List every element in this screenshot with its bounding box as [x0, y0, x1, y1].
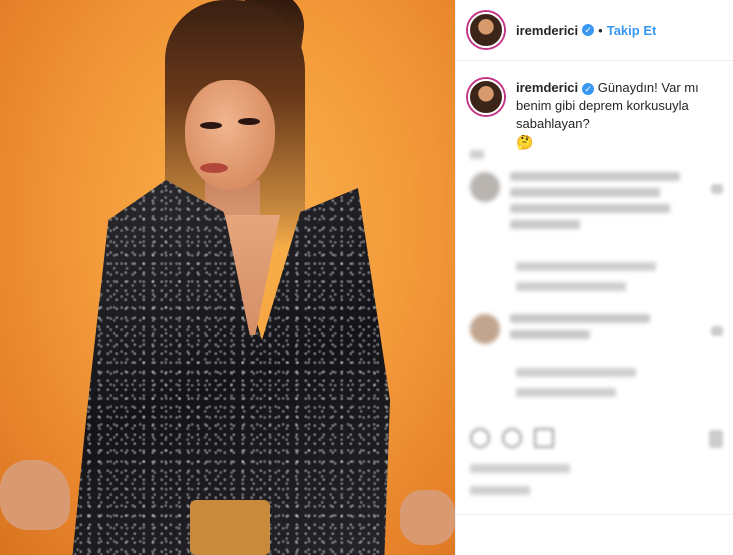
heart-icon[interactable]: [711, 184, 723, 194]
post-sidebar: iremderici ✓ • Takip Et iremderici ✓ Güna…: [455, 0, 733, 555]
blurred-replies: [516, 282, 626, 291]
separator-dot: •: [598, 22, 603, 38]
follow-button[interactable]: Takip Et: [607, 23, 657, 38]
blurred-avatar: [470, 172, 500, 202]
heart-icon[interactable]: [711, 326, 723, 336]
left-eye: [200, 122, 222, 129]
header-username[interactable]: iremderici: [516, 23, 578, 38]
share-icon[interactable]: [534, 428, 554, 448]
blurred-replies: [516, 388, 616, 397]
blurred-comment: [470, 172, 680, 236]
comment-box[interactable]: [456, 514, 733, 555]
caption-text: iremderici ✓ Günaydın! Var mı benim gibi …: [516, 79, 721, 152]
right-hand: [400, 490, 455, 545]
post-photo[interactable]: [0, 0, 455, 555]
instagram-post: iremderici ✓ • Takip Et iremderici ✓ Güna…: [0, 0, 733, 555]
blurred-comment-text: [510, 172, 680, 236]
blurred-date: [470, 486, 530, 495]
action-bar: [470, 428, 554, 448]
bookmark-icon[interactable]: [709, 430, 723, 448]
blurred-timestamp: [470, 150, 484, 159]
blurred-avatar: [470, 314, 500, 344]
verified-badge-icon: ✓: [582, 24, 595, 36]
caption-avatar[interactable]: [468, 79, 504, 115]
heart-icon[interactable]: [470, 428, 490, 448]
blurred-comment: [470, 314, 650, 346]
lips: [200, 163, 228, 173]
caption-username[interactable]: iremderici: [516, 80, 578, 95]
post-header: iremderici ✓ • Takip Et: [456, 0, 733, 61]
stool: [190, 500, 270, 555]
left-hand: [0, 460, 70, 530]
blurred-likes: [470, 464, 570, 473]
face: [185, 80, 275, 190]
verified-badge-icon: ✓: [582, 82, 595, 95]
blurred-comment-text: [510, 314, 650, 346]
avatar[interactable]: [468, 12, 504, 48]
right-eye: [238, 118, 260, 125]
thinking-emoji: 🤔: [516, 134, 534, 150]
comment-icon[interactable]: [502, 428, 522, 448]
caption: iremderici ✓ Günaydın! Var mı benim gibi …: [456, 61, 733, 152]
blurred-meta: [516, 262, 656, 271]
blurred-meta: [516, 368, 636, 377]
